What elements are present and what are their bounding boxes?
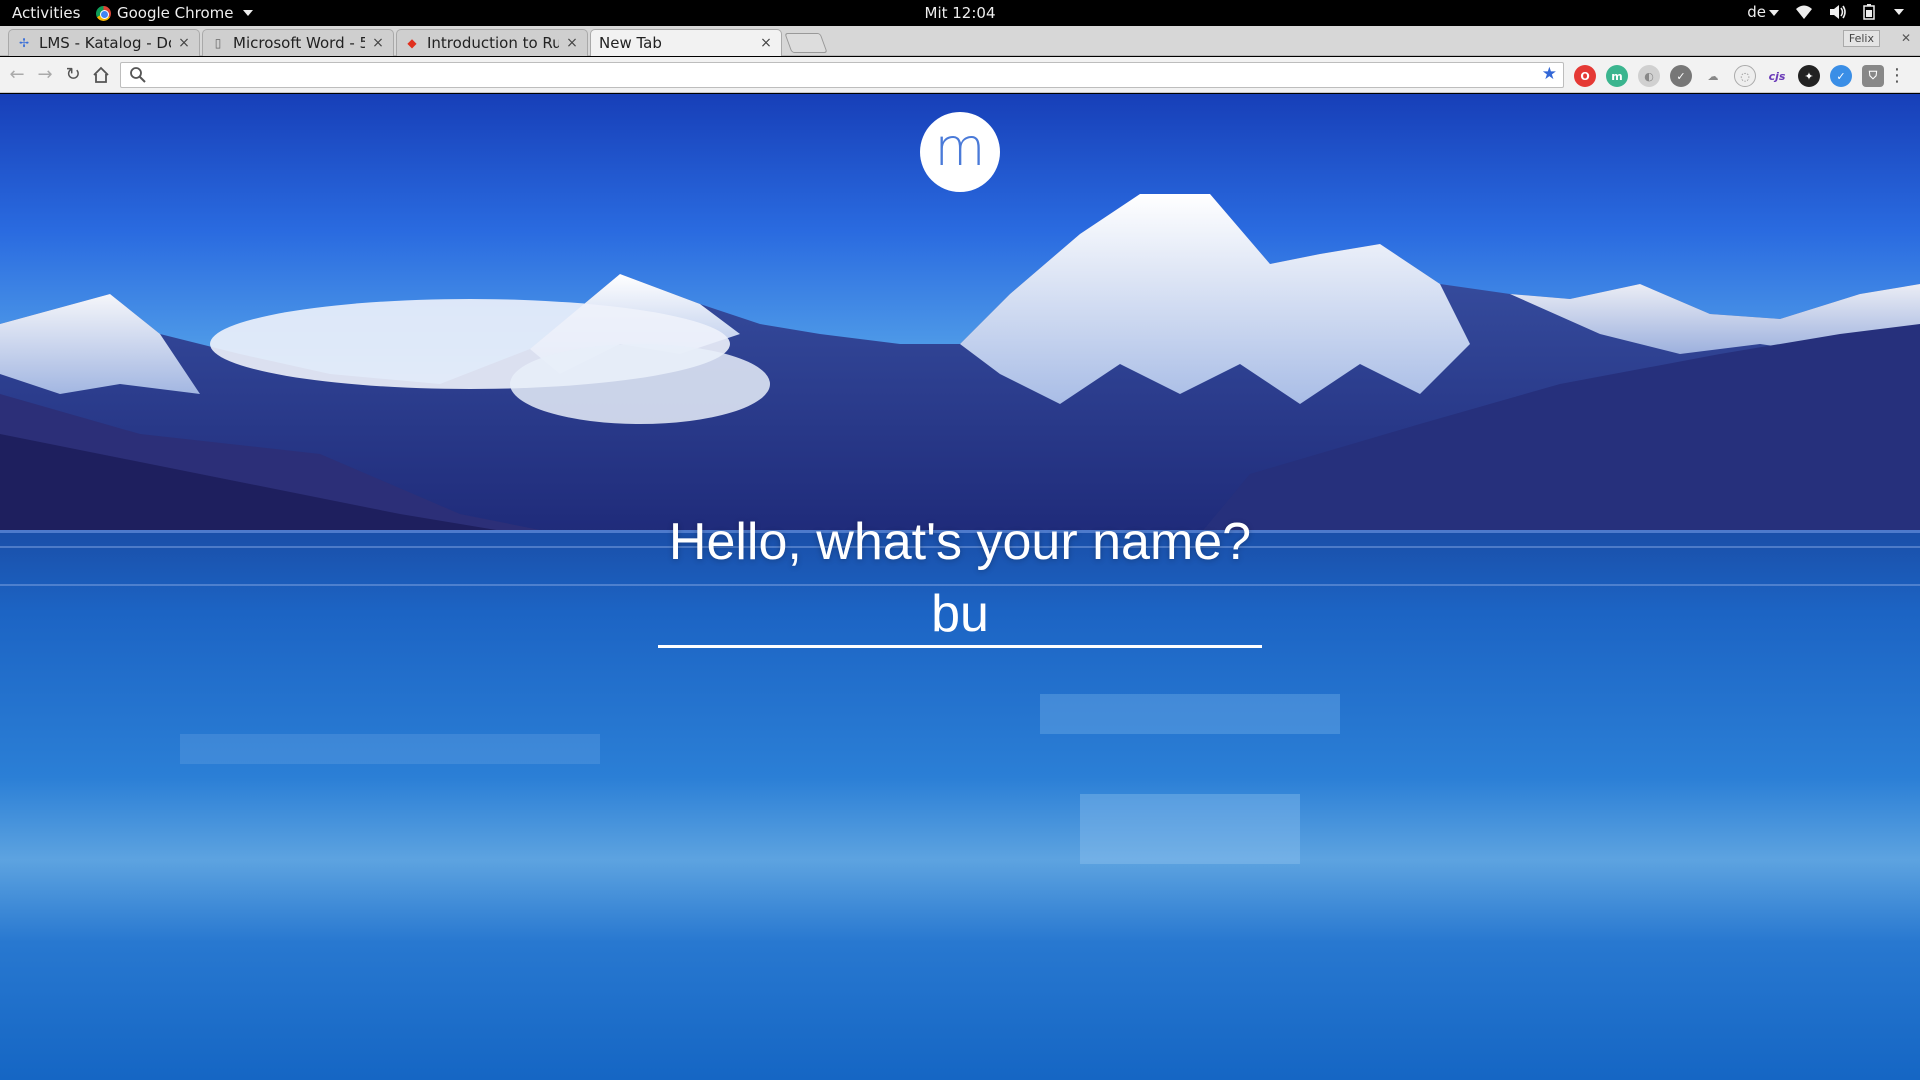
vpn-icon[interactable]: ✦ <box>1798 65 1820 87</box>
momentum-background: m Hello, what's your name? <box>0 94 1920 1080</box>
battery-icon <box>1863 4 1875 20</box>
close-icon[interactable]: × <box>759 35 773 51</box>
wifi-icon <box>1796 5 1812 19</box>
back-icon[interactable]: ← <box>6 64 28 86</box>
browser-toolbar: ← → ↻ ★ O m ◐ ✓ ☁ ◌ cjs ✦ ✓ ⛉ ⋮ <box>0 57 1920 93</box>
keyboard-layout-label: de <box>1747 3 1766 21</box>
tab-strip: ✢ LMS - Katalog - Do × ▯ Microsoft Word … <box>0 26 1920 56</box>
forward-icon[interactable]: → <box>34 64 56 86</box>
gnome-top-bar: Activities Google Chrome Mit 12:04 de <box>0 0 1920 26</box>
cjs-icon[interactable]: cjs <box>1766 65 1788 87</box>
chevron-down-icon <box>1769 9 1779 16</box>
momentum-icon[interactable]: m <box>1606 65 1628 87</box>
address-input[interactable] <box>151 65 1521 85</box>
tab-title: LMS - Katalog - Do <box>39 34 171 52</box>
ruby-icon: ◆ <box>407 36 417 50</box>
name-prompt: Hello, what's your name? <box>668 513 1252 571</box>
cloud-icon[interactable]: ☁ <box>1702 65 1724 87</box>
app-menu-label: Google Chrome <box>117 4 234 22</box>
chrome-icon <box>96 5 111 21</box>
opera-icon[interactable]: O <box>1574 65 1596 87</box>
name-input[interactable] <box>658 582 1262 648</box>
volume-icon <box>1830 5 1846 19</box>
system-status-area[interactable]: de <box>1747 3 1904 21</box>
check-blue-icon[interactable]: ✓ <box>1830 65 1852 87</box>
tab-lms-katalog[interactable]: ✢ LMS - Katalog - Do × <box>8 29 200 56</box>
tab-introduction-to-ruby[interactable]: ◆ Introduction to Ruby × <box>396 29 588 56</box>
close-icon[interactable]: × <box>565 35 579 51</box>
tab-title: New Tab <box>599 34 662 52</box>
search-icon <box>130 67 146 83</box>
tab-title: Microsoft Word - 5 <box>233 34 365 52</box>
reload-icon[interactable]: ↻ <box>62 64 84 86</box>
extensions-area: O m ◐ ✓ ☁ ◌ cjs ✦ ✓ ⛉ <box>1574 65 1884 87</box>
sync-icon[interactable]: ◐ <box>1638 65 1660 87</box>
new-tab-button[interactable] <box>784 33 828 53</box>
app-menu[interactable]: Google Chrome <box>96 4 253 22</box>
momentum-logo[interactable]: m <box>920 112 1000 192</box>
address-bar[interactable]: ★ <box>120 62 1564 88</box>
document-icon: ▯ <box>214 36 222 50</box>
home-icon[interactable] <box>90 64 112 86</box>
menu-kebab-icon[interactable]: ⋮ <box>1888 65 1906 86</box>
tab-new-tab[interactable]: New Tab × <box>590 29 782 56</box>
globe-icon[interactable]: ◌ <box>1734 65 1756 87</box>
tab-microsoft-word[interactable]: ▯ Microsoft Word - 5 × <box>202 29 394 56</box>
lms-favicon: ✢ <box>18 36 30 50</box>
shield-icon[interactable]: ⛉ <box>1862 65 1884 87</box>
bookmark-star-icon[interactable]: ★ <box>1542 64 1557 84</box>
check-icon[interactable]: ✓ <box>1670 65 1692 87</box>
window-close-icon[interactable]: ✕ <box>1898 30 1914 46</box>
chevron-down-icon <box>1894 9 1904 15</box>
profile-button[interactable]: Felix <box>1842 30 1880 47</box>
close-icon[interactable]: × <box>177 35 191 51</box>
chevron-down-icon <box>242 10 253 16</box>
keyboard-layout-indicator[interactable]: de <box>1747 3 1779 21</box>
clock[interactable]: Mit 12:04 <box>925 4 996 22</box>
activities-button[interactable]: Activities <box>12 4 80 22</box>
tab-title: Introduction to Ruby <box>427 34 559 52</box>
close-icon[interactable]: × <box>371 35 385 51</box>
